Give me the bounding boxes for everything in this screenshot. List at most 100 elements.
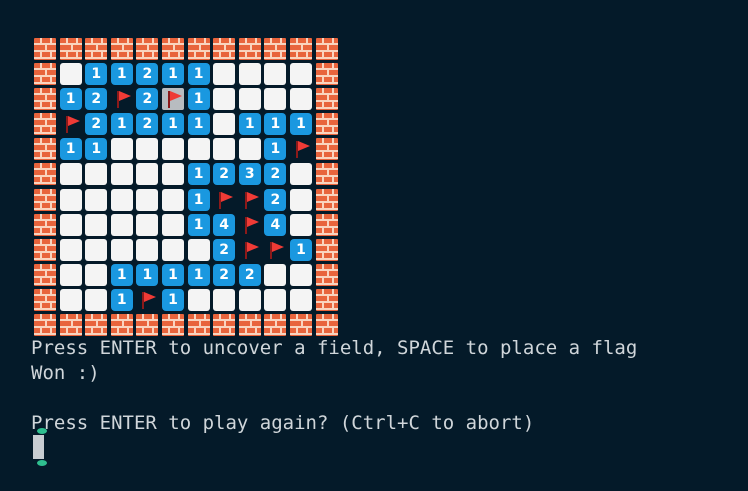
uncovered-empty-cell[interactable] [213,138,236,161]
number-cell[interactable]: 1 [110,288,133,311]
uncovered-empty-cell[interactable] [85,188,108,211]
uncovered-empty-cell[interactable] [161,238,184,261]
number-cell[interactable]: 2 [136,113,159,136]
flag-icon[interactable] [136,289,158,311]
number-cell[interactable]: 4 [213,213,236,236]
uncovered-empty-cell[interactable] [289,63,312,86]
uncovered-empty-cell[interactable] [161,163,184,186]
uncovered-empty-cell[interactable] [110,213,133,236]
uncovered-empty-cell[interactable] [136,238,159,261]
number-cell[interactable]: 1 [161,63,184,86]
number-cell[interactable]: 1 [110,113,133,136]
flag-icon[interactable] [290,138,312,160]
uncovered-empty-cell[interactable] [110,163,133,186]
number-cell[interactable]: 1 [85,63,108,86]
uncovered-empty-cell[interactable] [187,138,210,161]
number-cell[interactable]: 1 [289,113,312,136]
number-cell[interactable]: 1 [85,138,108,161]
uncovered-empty-cell[interactable] [289,163,312,186]
number-cell[interactable]: 2 [213,263,236,286]
number-cell[interactable]: 2 [213,238,236,261]
number-cell[interactable]: 2 [264,163,287,186]
number-cell[interactable]: 2 [136,63,159,86]
minesweeper-board[interactable]: 112111221212111111111232121442111112211 [34,38,338,337]
uncovered-empty-cell[interactable] [238,138,261,161]
number-cell[interactable]: 4 [264,213,287,236]
flag-icon[interactable] [264,239,286,261]
number-cell[interactable]: 1 [110,63,133,86]
number-cell[interactable]: 1 [187,63,210,86]
uncovered-empty-cell[interactable] [187,238,210,261]
uncovered-empty-cell[interactable] [213,88,236,111]
uncovered-empty-cell[interactable] [264,88,287,111]
flag-icon[interactable] [213,189,235,211]
uncovered-empty-cell[interactable] [136,188,159,211]
uncovered-empty-cell[interactable] [161,138,184,161]
uncovered-empty-cell[interactable] [213,113,236,136]
uncovered-empty-cell[interactable] [264,288,287,311]
number-cell[interactable]: 1 [161,288,184,311]
uncovered-empty-cell[interactable] [213,63,236,86]
uncovered-empty-cell[interactable] [110,188,133,211]
uncovered-empty-cell[interactable] [85,263,108,286]
number-cell[interactable]: 1 [187,263,210,286]
number-cell[interactable]: 1 [289,238,312,261]
number-cell[interactable]: 2 [85,88,108,111]
terminal-window[interactable]: 112111221212111111111232121442111112211 … [0,0,748,491]
uncovered-empty-cell[interactable] [238,63,261,86]
uncovered-empty-cell[interactable] [238,288,261,311]
uncovered-empty-cell[interactable] [85,288,108,311]
flag-icon[interactable] [239,189,261,211]
uncovered-empty-cell[interactable] [85,238,108,261]
number-cell[interactable]: 2 [85,113,108,136]
uncovered-empty-cell[interactable] [59,263,82,286]
uncovered-empty-cell[interactable] [238,88,261,111]
uncovered-empty-cell[interactable] [264,263,287,286]
number-cell[interactable]: 1 [187,163,210,186]
uncovered-empty-cell[interactable] [289,288,312,311]
uncovered-empty-cell[interactable] [187,288,210,311]
uncovered-empty-cell[interactable] [85,213,108,236]
number-cell[interactable]: 1 [238,113,261,136]
flag-icon[interactable] [60,113,82,135]
number-cell[interactable]: 1 [59,138,82,161]
flag-icon[interactable] [239,239,261,261]
uncovered-empty-cell[interactable] [59,288,82,311]
number-cell[interactable]: 1 [136,263,159,286]
flag-icon[interactable] [239,214,261,236]
number-cell[interactable]: 1 [161,263,184,286]
number-cell[interactable]: 2 [238,263,261,286]
uncovered-empty-cell[interactable] [213,288,236,311]
selected-cell-flag-icon[interactable] [161,88,184,111]
number-cell[interactable]: 2 [264,188,287,211]
number-cell[interactable]: 3 [238,163,261,186]
flag-icon[interactable] [111,88,133,110]
number-cell[interactable]: 1 [187,213,210,236]
uncovered-empty-cell[interactable] [59,213,82,236]
number-cell[interactable]: 1 [187,113,210,136]
uncovered-empty-cell[interactable] [289,263,312,286]
number-cell[interactable]: 1 [264,113,287,136]
number-cell[interactable]: 1 [187,88,210,111]
uncovered-empty-cell[interactable] [264,63,287,86]
uncovered-empty-cell[interactable] [289,88,312,111]
uncovered-empty-cell[interactable] [161,188,184,211]
number-cell[interactable]: 1 [264,138,287,161]
uncovered-empty-cell[interactable] [289,188,312,211]
uncovered-empty-cell[interactable] [289,213,312,236]
uncovered-empty-cell[interactable] [110,238,133,261]
uncovered-empty-cell[interactable] [110,138,133,161]
uncovered-empty-cell[interactable] [59,63,82,86]
uncovered-empty-cell[interactable] [161,213,184,236]
uncovered-empty-cell[interactable] [59,163,82,186]
number-cell[interactable]: 1 [59,88,82,111]
uncovered-empty-cell[interactable] [85,163,108,186]
uncovered-empty-cell[interactable] [136,138,159,161]
number-cell[interactable]: 1 [161,113,184,136]
number-cell[interactable]: 1 [110,263,133,286]
number-cell[interactable]: 2 [213,163,236,186]
uncovered-empty-cell[interactable] [136,163,159,186]
uncovered-empty-cell[interactable] [59,188,82,211]
number-cell[interactable]: 2 [136,88,159,111]
uncovered-empty-cell[interactable] [136,213,159,236]
